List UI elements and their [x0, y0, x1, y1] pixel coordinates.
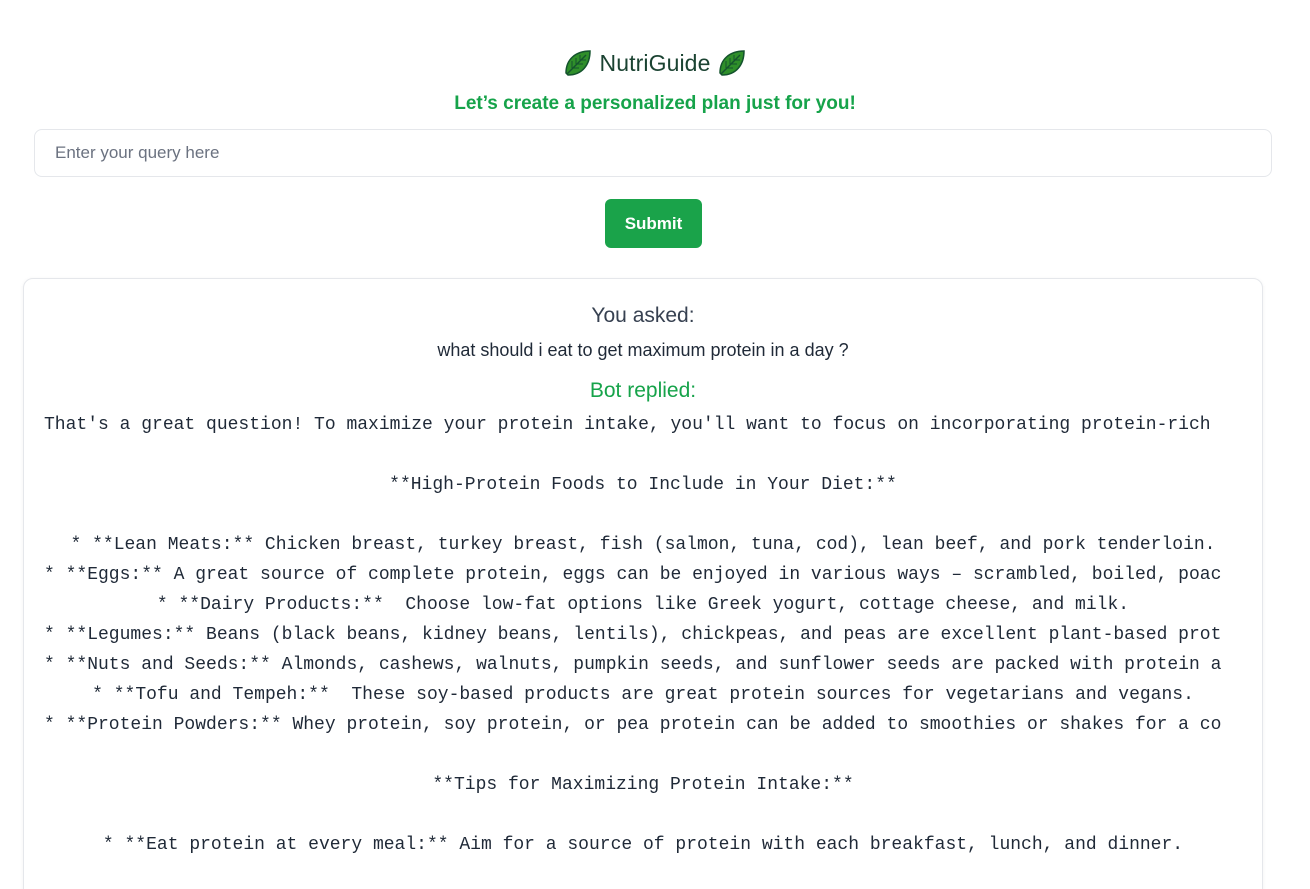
page: NutriGuide Let’s create a personalized p…	[0, 0, 1310, 889]
reply-line	[24, 800, 1262, 830]
reply-label: Bot replied:	[589, 379, 697, 402]
reply-line: * **Legumes:** Beans (black beans, kidne…	[44, 625, 1222, 645]
submit-button[interactable]: Submit	[605, 199, 702, 248]
reply-line: * **Tofu and Tempeh:** These soy-based p…	[92, 685, 1194, 705]
reply-line: **High-Protein Foods to Include in Your …	[389, 475, 897, 495]
asked-label: You asked:	[591, 304, 695, 327]
reply-line	[24, 440, 1262, 470]
reply-line: * **Eggs:** A great source of complete p…	[44, 565, 1222, 585]
app-title: NutriGuide	[599, 49, 711, 76]
reply-line: * **Eat protein at every meal:** Aim for…	[102, 835, 1184, 855]
reply-line: * **Dairy Products:** Choose low-fat opt…	[156, 595, 1130, 615]
reply-line: That's a great question! To maximize you…	[44, 415, 1211, 435]
response-card: You asked: what should i eat to get maxi…	[23, 278, 1263, 889]
reply-line	[24, 740, 1262, 770]
leaf-icon	[719, 50, 746, 76]
app-subtitle: Let’s create a personalized plan just fo…	[454, 93, 856, 114]
reply-line: * **Protein Powders:** Whey protein, soy…	[44, 715, 1222, 735]
leaf-icon	[564, 50, 591, 76]
asked-question: what should i eat to get maximum protein…	[437, 340, 849, 360]
reply-line: * **Nuts and Seeds:** Almonds, cashews, …	[44, 655, 1222, 675]
app-header: NutriGuide	[0, 44, 1310, 82]
reply-body: That's a great question! To maximize you…	[24, 410, 1262, 860]
reply-line: **Tips for Maximizing Protein Intake:**	[432, 775, 854, 795]
reply-line	[24, 500, 1262, 530]
reply-line: * **Lean Meats:** Chicken breast, turkey…	[70, 535, 1216, 555]
query-input[interactable]	[34, 129, 1272, 177]
